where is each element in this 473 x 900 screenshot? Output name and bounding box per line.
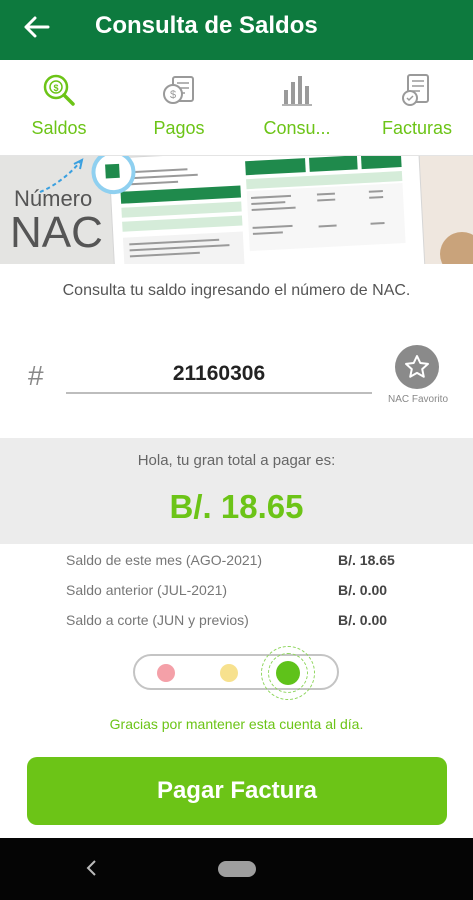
payments-icon: $ <box>159 72 199 108</box>
bar-chart-icon <box>277 72 317 108</box>
star-icon <box>405 355 429 378</box>
status-dot-red <box>157 664 175 682</box>
account-status-indicator <box>133 646 339 700</box>
banner-label-bottom: NAC <box>10 208 103 257</box>
status-dot-green <box>276 661 300 685</box>
tab-facturas[interactable]: Facturas <box>370 60 464 156</box>
page-title: Consulta de Saldos <box>95 12 318 39</box>
app-bar: Consulta de Saldos <box>0 0 473 60</box>
status-message: Gracias por mantener esta cuenta al día. <box>109 716 364 732</box>
nac-banner-image: Número NAC <box>0 156 473 264</box>
total-summary: Hola, tu gran total a pagar es: B/. 18.6… <box>0 438 473 544</box>
nav-home-pill[interactable] <box>218 861 256 877</box>
hash-icon: # <box>28 360 44 391</box>
svg-text:$: $ <box>170 89 176 101</box>
system-nav-bar <box>0 838 473 900</box>
status-dot-yellow <box>220 664 238 682</box>
balance-row: Saldo a corte (JUN y previos) B/. 0.00 <box>0 612 473 636</box>
instruction-text: Consulta tu saldo ingresando el número d… <box>62 282 411 299</box>
total-amount: B/. 18.65 <box>169 488 304 525</box>
invoice-icon <box>397 72 437 108</box>
balance-value: B/. 0.00 <box>338 582 388 598</box>
balance-row: Saldo de este mes (AGO-2021) B/. 18.65 <box>0 552 473 576</box>
tab-label: Saldos <box>31 118 87 138</box>
favorite-label: NAC Favorito <box>387 394 448 405</box>
total-caption: Hola, tu gran total a pagar es: <box>137 452 336 469</box>
balance-label: Saldo a corte (JUN y previos) <box>66 612 249 628</box>
tab-consumo[interactable]: Consu... <box>250 60 344 156</box>
balance-value: B/. 18.65 <box>338 552 395 568</box>
balance-row: Saldo anterior (JUL-2021) B/. 0.00 <box>0 582 473 606</box>
tab-pagos[interactable]: $ Pagos <box>132 60 226 156</box>
nav-back-icon[interactable] <box>84 858 100 878</box>
favorite-star-button[interactable] <box>395 345 439 389</box>
tab-label: Pagos <box>153 118 205 138</box>
nac-number-input[interactable] <box>66 356 372 394</box>
balance-label: Saldo de este mes (AGO-2021) <box>66 552 263 568</box>
tab-label: Facturas <box>381 118 453 138</box>
back-arrow-icon[interactable] <box>22 12 52 42</box>
svg-text:$: $ <box>53 83 58 93</box>
balance-value: B/. 0.00 <box>338 612 388 628</box>
tab-label: Consu... <box>263 118 331 138</box>
balance-label: Saldo anterior (JUL-2021) <box>66 582 228 598</box>
pay-invoice-button[interactable]: Pagar Factura <box>27 757 447 825</box>
balance-search-icon: $ <box>39 72 79 108</box>
tab-bar: $ Saldos $ Pagos Consu... Facturas <box>0 60 473 214</box>
tab-saldos[interactable]: $ Saldos <box>12 60 106 156</box>
